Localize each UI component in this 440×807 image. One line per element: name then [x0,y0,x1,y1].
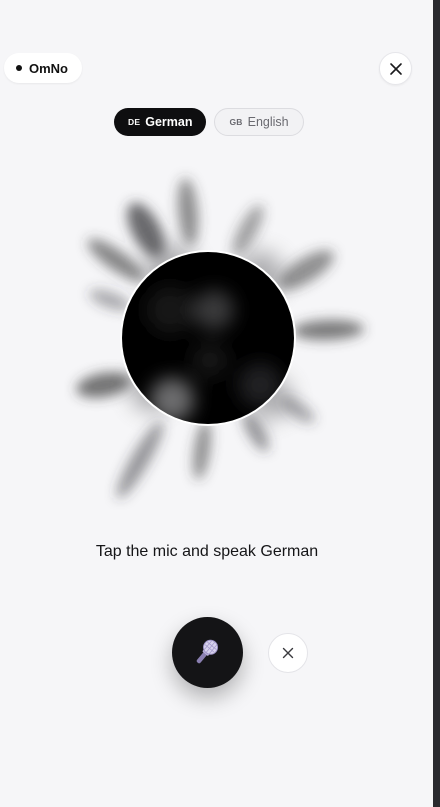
microphone-icon [196,639,218,663]
close-icon [282,647,294,659]
language-code: DE [128,117,141,127]
language-code: GB [229,117,243,127]
instruction-text: Tap the mic and speak German [95,543,319,560]
microphone-button[interactable] [172,617,243,688]
language-option-english[interactable]: GB English [214,108,304,136]
close-button[interactable] [379,52,412,85]
language-label: German [145,115,193,129]
voice-translate-screen: OmNo DE German GB English Tap the mic an… [0,0,433,807]
brand-name: OmNo [29,60,68,76]
close-icon [389,62,402,75]
language-label: English [247,115,289,129]
language-toggle: DE German GB English [114,108,304,136]
voice-visualizer [60,160,380,520]
language-option-german[interactable]: DE German [114,108,207,136]
voice-visualizer-graphic [76,178,364,499]
brand-pill[interactable]: OmNo [4,53,82,83]
status-dot-icon [16,65,22,71]
window-edge [433,0,440,807]
cancel-button[interactable] [268,633,308,673]
